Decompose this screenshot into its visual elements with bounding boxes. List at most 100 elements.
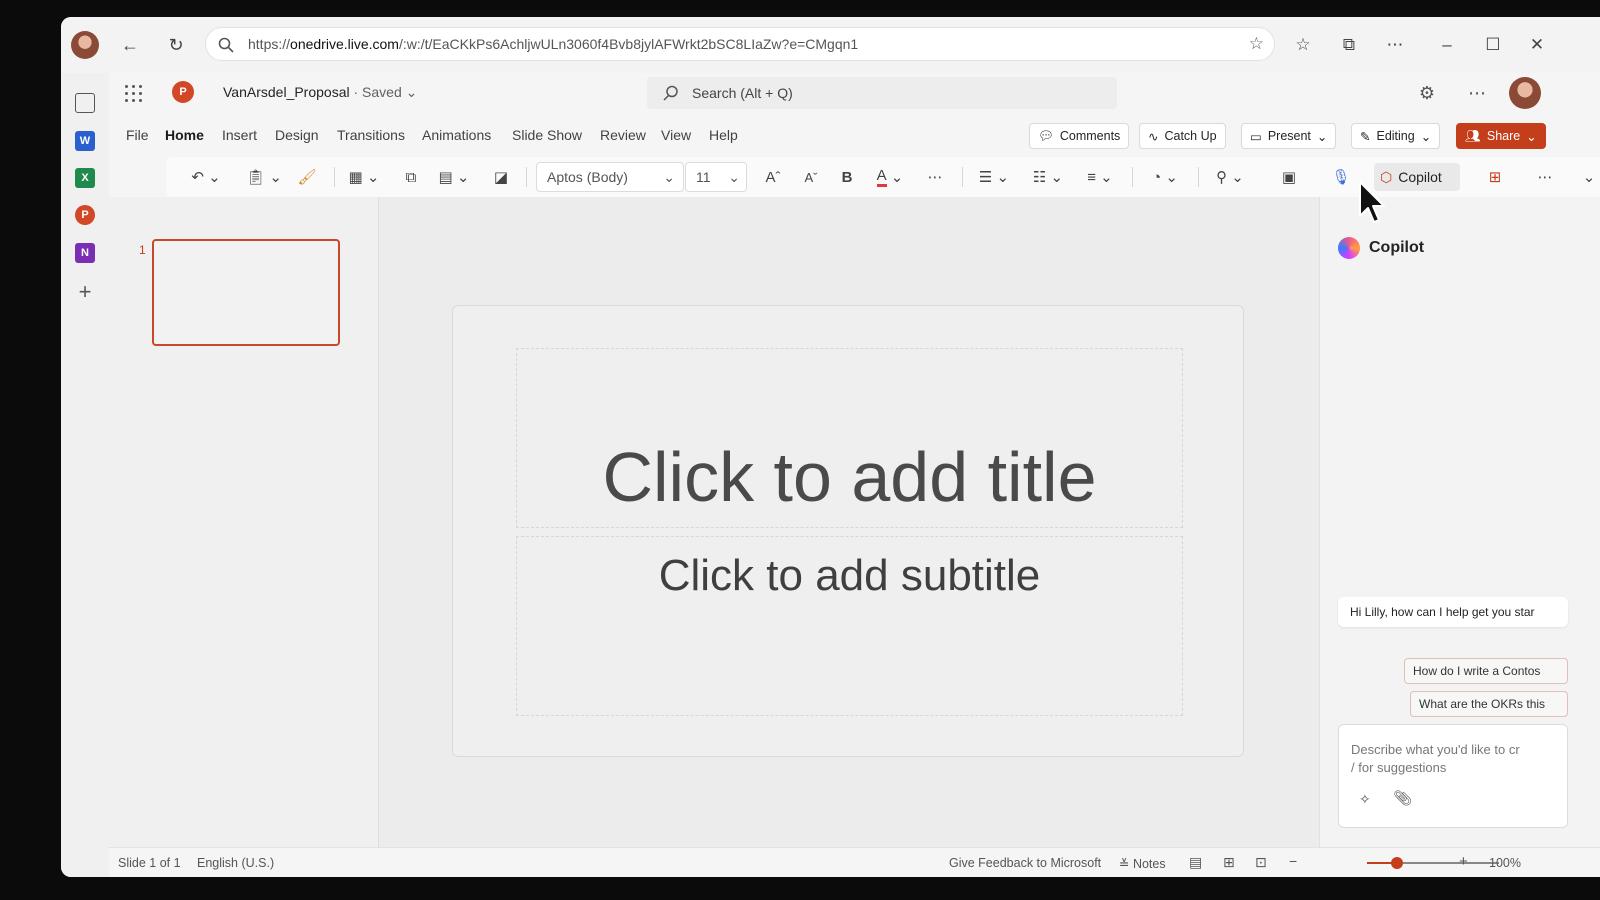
workspace: 1 Click to add title Click to add subtit… [109, 197, 1600, 847]
zoom-in-icon[interactable]: + [1459, 853, 1468, 870]
address-bar[interactable]: https://onedrive.live.com/:w:/t/EaCKkPs6… [205, 27, 1275, 61]
increase-font-icon[interactable]: Aˆ [760, 165, 786, 189]
onenote-icon[interactable]: N [75, 243, 95, 263]
copilot-pane-title: Copilot [1369, 239, 1425, 256]
suggestion-chip[interactable]: How do I write a Contos [1404, 658, 1568, 684]
favorites-icon[interactable]: ☆ [1289, 31, 1317, 59]
sparkle-icon[interactable]: ✧ [1359, 791, 1371, 808]
design-ideas-icon[interactable]: ◪ [488, 165, 514, 189]
tab-design[interactable]: Design [275, 127, 319, 143]
tab-animations[interactable]: Animations [422, 127, 491, 143]
undo-icon[interactable]: ↶ ⌄ [188, 165, 224, 189]
bold-icon[interactable]: B [836, 165, 858, 189]
refresh-icon[interactable]: ↻ [162, 31, 190, 59]
pulse-icon: ∿ [1148, 129, 1159, 144]
user-avatar[interactable] [1509, 77, 1541, 109]
url-text: https://onedrive.live.com/:w:/t/EaCKkPs6… [248, 36, 859, 52]
files-icon[interactable] [75, 93, 95, 113]
settings-gear-icon[interactable]: ⚙ [1415, 81, 1439, 105]
reuse-slides-icon[interactable]: ⧉ [398, 165, 424, 189]
bullets-icon[interactable]: ☰ ⌄ [974, 165, 1014, 189]
shapes-icon[interactable]: ◔ ⌄ [1144, 165, 1186, 189]
editing-mode-button[interactable]: ✎ Editing ⌄ [1351, 123, 1441, 149]
zoom-level[interactable]: 100% [1489, 856, 1521, 870]
feedback-link[interactable]: Give Feedback to Microsoft [949, 856, 1101, 870]
tab-slide-show[interactable]: Slide Show [512, 127, 582, 143]
attach-icon[interactable]: 📎︎ [1393, 789, 1412, 807]
copilot-greeting: Hi Lilly, how can I help get you star [1338, 597, 1568, 627]
collections-icon[interactable]: ⧉ [1335, 31, 1363, 59]
subtitle-placeholder[interactable]: Click to add subtitle [516, 536, 1183, 716]
close-icon[interactable]: ✕ [1523, 31, 1551, 59]
align-icon[interactable]: ≡ ⌄ [1080, 165, 1120, 189]
comment-icon: 💬︎ [1038, 128, 1054, 143]
find-icon[interactable]: ⚲ ⌄ [1210, 165, 1250, 189]
chevron-down-icon: ⌄ [728, 168, 740, 185]
dictate-microphone-icon[interactable]: 🎙︎ [1328, 165, 1354, 189]
slide-canvas: Click to add title Click to add subtitle [452, 305, 1244, 757]
slide-thumbnail[interactable] [152, 239, 340, 346]
more-ribbon-icon[interactable]: ⋯ [1532, 165, 1558, 189]
font-color-icon[interactable]: A ⌄ [870, 165, 910, 189]
people-icon: 👥︎ [1465, 128, 1481, 143]
more-options-icon[interactable]: ⋯ [1381, 31, 1409, 59]
search-icon [218, 37, 234, 53]
format-painter-icon[interactable]: 🖌︎ [294, 165, 320, 189]
search-input[interactable]: Search (Alt + Q) [647, 77, 1117, 109]
comments-button[interactable]: 💬︎ Comments [1029, 123, 1130, 149]
zoom-slider-thumb[interactable] [1391, 857, 1403, 869]
word-icon[interactable]: W [75, 131, 95, 151]
zoom-out-icon[interactable]: − [1289, 853, 1297, 869]
powerpoint-icon[interactable]: P [75, 205, 95, 225]
slide-number: 1 [139, 243, 146, 257]
reading-view-icon[interactable]: ⊡ [1255, 854, 1267, 871]
tab-file[interactable]: File [126, 127, 149, 143]
more-icon[interactable]: ⋯ [1465, 81, 1489, 105]
more-font-options-icon[interactable]: ⋯ [922, 165, 948, 189]
add-ins-icon[interactable]: ⊞ [1482, 165, 1508, 189]
divider [1198, 167, 1199, 187]
font-name-select[interactable]: Aptos (Body) ⌄ [536, 162, 684, 192]
divider [526, 167, 527, 187]
add-app-icon[interactable]: + [75, 279, 95, 304]
prompt-placeholder: Describe what you'd like to cr / for sug… [1351, 742, 1520, 775]
tab-review[interactable]: Review [600, 127, 646, 143]
notes-icon: ≚ [1119, 857, 1133, 871]
tab-insert[interactable]: Insert [222, 127, 257, 143]
browser-window: ← ↻ https://onedrive.live.com/:w:/t/EaCK… [61, 17, 1600, 877]
language[interactable]: English (U.S.) [197, 856, 274, 870]
profile-avatar[interactable] [71, 31, 99, 59]
favorite-add-icon[interactable]: ☆ [1249, 34, 1264, 54]
app-rail: W X P N + [61, 73, 109, 877]
excel-icon[interactable]: X [75, 168, 95, 188]
slide-sorter-icon[interactable]: ⊞ [1223, 854, 1235, 871]
present-button[interactable]: ▭ Present ⌄ [1241, 123, 1337, 149]
copilot-logo-icon [1338, 237, 1360, 259]
back-icon[interactable]: ← [116, 31, 144, 59]
suggestion-chip[interactable]: What are the OKRs this [1410, 691, 1568, 717]
status-bar: Slide 1 of 1 English (U.S.) Give Feedbac… [109, 847, 1600, 877]
tab-home[interactable]: Home [165, 127, 204, 143]
tab-transitions[interactable]: Transitions [337, 127, 405, 143]
document-title[interactable]: VanArsdel_Proposal · Saved ⌄ [223, 84, 417, 101]
ribbon-expand-chevron-icon[interactable]: ⌄ [1578, 165, 1600, 189]
catch-up-button[interactable]: ∿ Catch Up [1139, 123, 1226, 149]
tab-help[interactable]: Help [709, 127, 738, 143]
copilot-prompt-input[interactable]: Describe what you'd like to cr / for sug… [1338, 724, 1568, 828]
numbering-icon[interactable]: ☷ ⌄ [1028, 165, 1068, 189]
paste-icon[interactable]: 📋︎ ⌄ [246, 165, 282, 189]
tab-view[interactable]: View [661, 127, 691, 143]
title-placeholder[interactable]: Click to add title [516, 348, 1183, 528]
minimize-icon[interactable]: – [1433, 31, 1461, 59]
layout-icon[interactable]: ▤ ⌄ [434, 165, 474, 189]
share-button[interactable]: 👥︎ Share ⌄ [1456, 123, 1546, 149]
notes-button[interactable]: ≚ Notes [1119, 856, 1166, 871]
normal-view-icon[interactable]: ▤ [1189, 854, 1202, 871]
app-launcher-icon[interactable] [123, 83, 143, 103]
new-slide-icon[interactable]: ▦ ⌄ [344, 165, 384, 189]
font-size-select[interactable]: 11 ⌄ [685, 162, 747, 192]
office-header: P VanArsdel_Proposal · Saved ⌄ Search (A… [109, 73, 1600, 113]
maximize-icon[interactable]: ☐ [1479, 31, 1507, 59]
designer-icon[interactable]: ▣ [1276, 165, 1302, 189]
decrease-font-icon[interactable]: Aˇ [798, 165, 824, 189]
